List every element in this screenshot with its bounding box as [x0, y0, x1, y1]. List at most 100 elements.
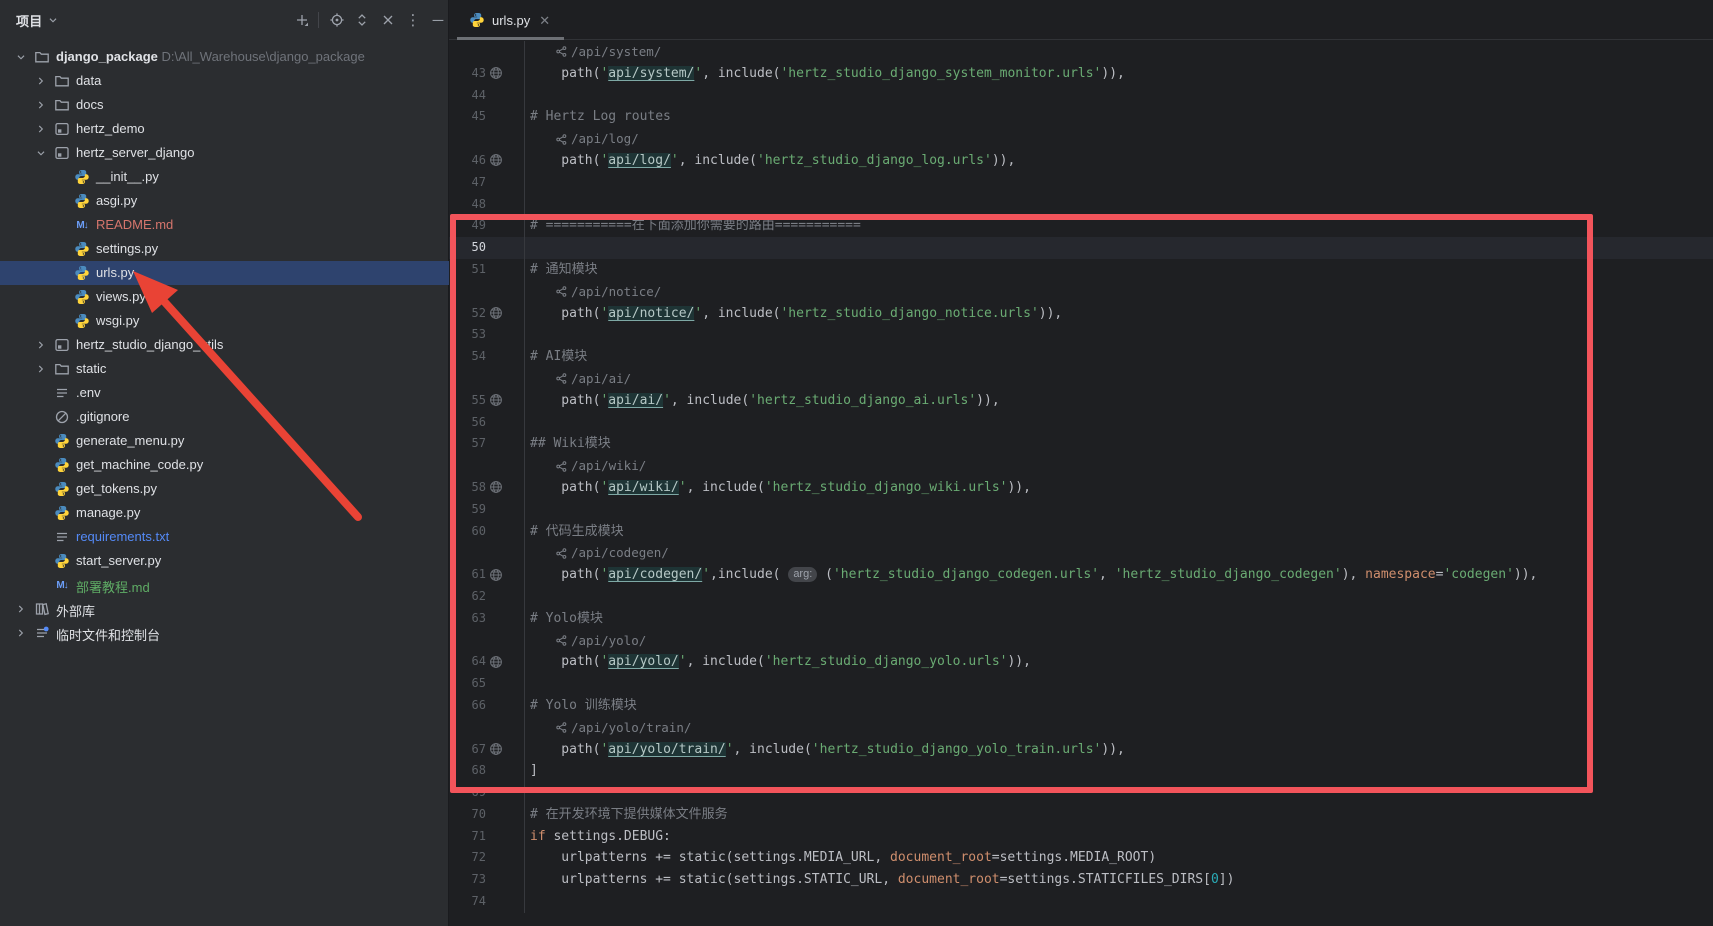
chevron-right-icon[interactable]: [34, 122, 48, 136]
code-line-65[interactable]: 65: [449, 673, 1713, 695]
related-url-inlay[interactable]: /api/notice/: [556, 281, 661, 303]
add-icon[interactable]: [292, 10, 312, 30]
hide-panel-icon[interactable]: ─: [428, 10, 448, 30]
code-line-55[interactable]: 55 path('api/ai/', include('hertz_studio…: [449, 390, 1713, 412]
project-panel-title[interactable]: 项目: [16, 11, 43, 30]
code-line-74[interactable]: 74: [449, 891, 1713, 913]
chevron-down-icon[interactable]: [14, 50, 28, 64]
tab-urls-py[interactable]: urls.py ✕: [457, 0, 564, 40]
related-url-inlay[interactable]: /api/yolo/train/: [556, 717, 691, 739]
url-link-string[interactable]: api/notice/: [608, 306, 694, 321]
chevron-right-icon[interactable]: [34, 338, 48, 352]
tree-item--[interactable]: 外部库: [0, 597, 449, 621]
tree-item-get_tokens.py[interactable]: get_tokens.py: [0, 477, 449, 501]
url-link-string[interactable]: api/codegen/: [608, 567, 702, 582]
related-url-inlay[interactable]: /api/yolo/: [556, 630, 646, 652]
code-line-69[interactable]: 69: [449, 782, 1713, 804]
code-line-46[interactable]: 46 path('api/log/', include('hertz_studi…: [449, 150, 1713, 172]
url-inlay-row[interactable]: /api/wiki/: [449, 455, 1713, 477]
tree-item-get_machine_code.py[interactable]: get_machine_code.py: [0, 453, 449, 477]
code-line-53[interactable]: 53: [449, 324, 1713, 346]
more-options-icon[interactable]: ⋮: [403, 10, 423, 30]
code-line-64[interactable]: 64 path('api/yolo/', include('hertz_stud…: [449, 651, 1713, 673]
related-url-inlay[interactable]: /api/codegen/: [556, 542, 669, 564]
tree-item-hertz_demo[interactable]: hertz_demo: [0, 117, 449, 141]
code-line-62[interactable]: 62: [449, 586, 1713, 608]
url-inlay-row[interactable]: /api/codegen/: [449, 542, 1713, 564]
url-inlay-row[interactable]: /api/yolo/train/: [449, 717, 1713, 739]
tree-item-.gitignore[interactable]: .gitignore: [0, 405, 449, 429]
url-link-string[interactable]: api/wiki/: [608, 480, 678, 495]
tree-item-django_package[interactable]: django_package D:\All_Warehouse\django_p…: [0, 45, 449, 69]
related-url-inlay[interactable]: /api/wiki/: [556, 455, 646, 477]
chevron-right-icon[interactable]: [14, 626, 28, 640]
related-url-inlay[interactable]: /api/ai/: [556, 368, 631, 390]
url-link-string[interactable]: api/yolo/: [608, 654, 678, 669]
code-line-51[interactable]: 51# 通知模块: [449, 259, 1713, 281]
code-line-44[interactable]: 44: [449, 85, 1713, 107]
chevron-right-icon[interactable]: [34, 74, 48, 88]
chevron-right-icon[interactable]: [34, 362, 48, 376]
url-inlay-row[interactable]: /api/log/: [449, 128, 1713, 150]
code-line-43[interactable]: 43 path('api/system/', include('hertz_st…: [449, 63, 1713, 85]
url-inlay-row[interactable]: /api/ai/: [449, 368, 1713, 390]
chevron-right-icon[interactable]: [34, 98, 48, 112]
code-line-60[interactable]: 60# 代码生成模块: [449, 521, 1713, 543]
url-mapping-globe-icon[interactable]: [486, 150, 524, 172]
tree-item-start_server.py[interactable]: start_server.py: [0, 549, 449, 573]
code-line-59[interactable]: 59: [449, 499, 1713, 521]
code-line-61[interactable]: 61 path('api/codegen/',include( arg: ('h…: [449, 564, 1713, 586]
url-mapping-globe-icon[interactable]: [486, 390, 524, 412]
code-line-47[interactable]: 47: [449, 172, 1713, 194]
code-line-57[interactable]: 57## Wiki模块: [449, 433, 1713, 455]
url-link-string[interactable]: api/yolo/train/: [608, 742, 725, 757]
code-line-70[interactable]: 70# 在开发环境下提供媒体文件服务: [449, 804, 1713, 826]
tree-item-data[interactable]: data: [0, 69, 449, 93]
tree-item--[interactable]: 临时文件和控制台: [0, 621, 449, 645]
tree-item--.md[interactable]: M↓部署教程.md: [0, 573, 449, 597]
code-area[interactable]: /api/system/43 path('api/system/', inclu…: [449, 41, 1713, 913]
tree-item-wsgi.py[interactable]: wsgi.py: [0, 309, 449, 333]
tree-item-hertz_studio_django_utils[interactable]: hertz_studio_django_utils: [0, 333, 449, 357]
tree-item-manage.py[interactable]: manage.py: [0, 501, 449, 525]
code-line-66[interactable]: 66# Yolo 训练模块: [449, 695, 1713, 717]
close-tab-icon[interactable]: ✕: [537, 12, 552, 29]
code-line-73[interactable]: 73 urlpatterns += static(settings.STATIC…: [449, 869, 1713, 891]
related-url-inlay[interactable]: /api/system/: [556, 41, 661, 63]
code-line-71[interactable]: 71if settings.DEBUG:: [449, 826, 1713, 848]
tree-item-__init__.py[interactable]: __init__.py: [0, 165, 449, 189]
url-mapping-globe-icon[interactable]: [486, 739, 524, 761]
url-mapping-globe-icon[interactable]: [486, 303, 524, 325]
tree-item-asgi.py[interactable]: asgi.py: [0, 189, 449, 213]
url-inlay-row[interactable]: /api/yolo/: [449, 630, 1713, 652]
code-line-72[interactable]: 72 urlpatterns += static(settings.MEDIA_…: [449, 847, 1713, 869]
related-url-inlay[interactable]: /api/log/: [556, 128, 639, 150]
code-line-68[interactable]: 68]: [449, 760, 1713, 782]
expand-all-icon[interactable]: [352, 10, 372, 30]
url-mapping-globe-icon[interactable]: [486, 63, 524, 85]
code-line-54[interactable]: 54# AI模块: [449, 346, 1713, 368]
chevron-down-icon[interactable]: [34, 146, 48, 160]
code-line-45[interactable]: 45# Hertz Log routes: [449, 106, 1713, 128]
code-line-67[interactable]: 67 path('api/yolo/train/', include('hert…: [449, 739, 1713, 761]
url-link-string[interactable]: api/system/: [608, 66, 694, 81]
code-line-50[interactable]: 50: [449, 237, 1713, 259]
code-line-63[interactable]: 63# Yolo模块: [449, 608, 1713, 630]
tree-item-docs[interactable]: docs: [0, 93, 449, 117]
tree-item-views.py[interactable]: views.py: [0, 285, 449, 309]
tree-item-urls.py[interactable]: urls.py: [0, 261, 449, 285]
url-inlay-row[interactable]: /api/system/: [449, 41, 1713, 63]
tree-item-README.md[interactable]: M↓README.md: [0, 213, 449, 237]
url-mapping-globe-icon[interactable]: [486, 564, 524, 586]
locate-file-icon[interactable]: [327, 10, 347, 30]
code-line-49[interactable]: 49# ===========在下面添加你需要的路由===========: [449, 215, 1713, 237]
url-link-string[interactable]: api/ai/: [608, 393, 663, 408]
tree-item-.env[interactable]: .env: [0, 381, 449, 405]
code-line-48[interactable]: 48: [449, 194, 1713, 216]
tree-item-hertz_server_django[interactable]: hertz_server_django: [0, 141, 449, 165]
code-line-58[interactable]: 58 path('api/wiki/', include('hertz_stud…: [449, 477, 1713, 499]
url-inlay-row[interactable]: /api/notice/: [449, 281, 1713, 303]
code-line-52[interactable]: 52 path('api/notice/', include('hertz_st…: [449, 303, 1713, 325]
collapse-all-icon[interactable]: [378, 10, 398, 30]
tree-item-generate_menu.py[interactable]: generate_menu.py: [0, 429, 449, 453]
